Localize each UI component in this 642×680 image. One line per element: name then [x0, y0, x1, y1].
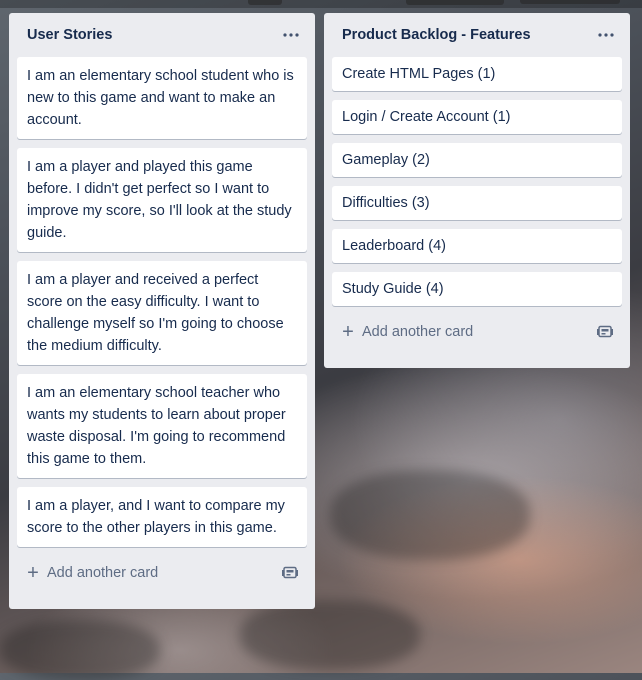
list-title[interactable]: Product Backlog - Features: [342, 27, 531, 43]
list-header[interactable]: Product Backlog - Features: [332, 13, 622, 57]
add-card-button[interactable]: + Add another card: [340, 322, 473, 342]
add-card-label: Add another card: [362, 324, 474, 340]
background-rock: [330, 470, 530, 560]
card[interactable]: I am a player and played this game befor…: [17, 148, 307, 252]
ellipsis-icon[interactable]: [279, 23, 303, 47]
background-rock: [240, 600, 420, 670]
add-card-button[interactable]: + Add another card: [25, 563, 158, 583]
card[interactable]: Study Guide (4): [332, 272, 622, 306]
card[interactable]: Difficulties (3): [332, 186, 622, 220]
card-list: I am an elementary school student who is…: [17, 57, 307, 547]
card[interactable]: I am an elementary school student who is…: [17, 57, 307, 139]
list-product-backlog: Product Backlog - Features Create HTML P…: [324, 13, 630, 368]
card[interactable]: I am an elementary school teacher who wa…: [17, 374, 307, 478]
list-title[interactable]: User Stories: [27, 27, 112, 43]
plus-icon: +: [27, 562, 39, 584]
list-header[interactable]: User Stories: [17, 13, 307, 57]
card-template-icon[interactable]: [596, 323, 614, 341]
card[interactable]: Leaderboard (4): [332, 229, 622, 263]
card[interactable]: I am a player and received a perfect sco…: [17, 261, 307, 365]
card[interactable]: Gameplay (2): [332, 143, 622, 177]
card-list: Create HTML Pages (1) Login / Create Acc…: [332, 57, 622, 306]
header-avatars[interactable]: [520, 0, 620, 4]
header-button[interactable]: [248, 0, 282, 5]
add-card-label: Add another card: [47, 565, 159, 581]
header-button[interactable]: [406, 0, 504, 5]
background-rock: [0, 620, 160, 680]
card[interactable]: I am a player, and I want to compare my …: [17, 487, 307, 547]
card[interactable]: Login / Create Account (1): [332, 100, 622, 134]
ellipsis-icon[interactable]: [594, 23, 618, 47]
card[interactable]: Create HTML Pages (1): [332, 57, 622, 91]
card-template-icon[interactable]: [281, 564, 299, 582]
list-user-stories: User Stories I am an elementary school s…: [9, 13, 315, 609]
list-footer: + Add another card: [332, 312, 622, 352]
list-footer: + Add another card: [17, 553, 307, 593]
plus-icon: +: [342, 321, 354, 343]
